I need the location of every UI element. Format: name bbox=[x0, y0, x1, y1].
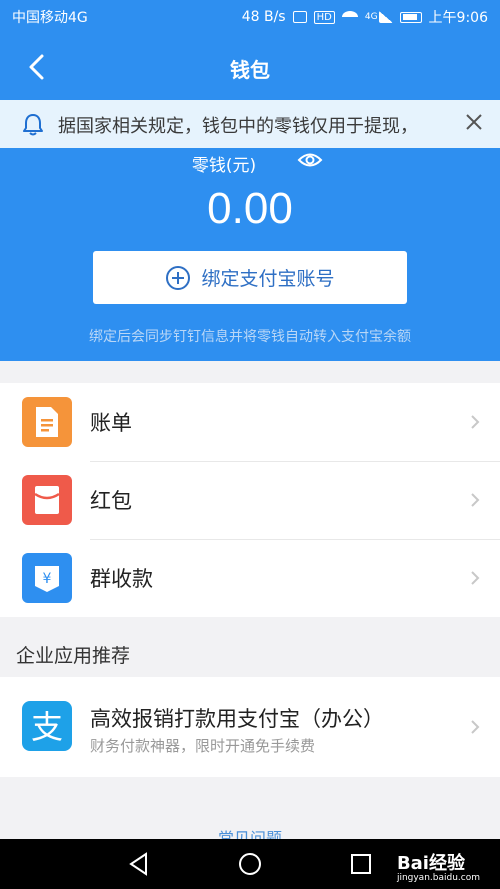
menu-item-bill[interactable]: 账单 bbox=[0, 383, 500, 461]
promo-subtitle: 财务付款神器，限时开通免手续费 bbox=[90, 737, 316, 755]
bell-icon bbox=[23, 114, 43, 136]
chevron-right-icon bbox=[471, 720, 480, 734]
wallet-menu: 账单 红包 ¥ 群收款 bbox=[0, 383, 500, 617]
notice-text: 据国家相关规定，钱包中的零钱仅用于提现， bbox=[58, 116, 418, 137]
chevron-right-icon bbox=[471, 493, 480, 507]
bind-hint: 绑定后会同步钉钉信息并将零钱自动转入支付宝余额 bbox=[89, 329, 411, 345]
chevron-right-icon bbox=[471, 415, 480, 429]
red-packet-icon bbox=[22, 475, 72, 525]
home-circle-icon[interactable] bbox=[237, 851, 263, 877]
bind-alipay-button[interactable]: 绑定支付宝账号 bbox=[93, 251, 407, 304]
close-icon[interactable] bbox=[464, 112, 484, 132]
promo-alipay[interactable]: 支 高效报销打款用支付宝（办公） 财务付款神器，限时开通免手续费 bbox=[0, 677, 500, 777]
menu-label-red-packet: 红包 bbox=[90, 489, 132, 513]
clock: 上午9:06 bbox=[428, 10, 488, 26]
wallet-summary: 零钱(元) 0.00 绑定支付宝账号 绑定后会同步钉钉信息并将零钱自动转入支付宝… bbox=[0, 148, 500, 361]
recent-apps-icon[interactable] bbox=[348, 851, 374, 877]
baidu-watermark: Bai经验 jingyan.baidu.com bbox=[397, 849, 480, 883]
svg-text:支: 支 bbox=[31, 708, 63, 746]
notice-banner: 据国家相关规定，钱包中的零钱仅用于提现， bbox=[0, 100, 500, 148]
signal-icon bbox=[378, 11, 393, 23]
group-payment-icon: ¥ bbox=[22, 553, 72, 603]
menu-label-group-payment: 群收款 bbox=[90, 567, 153, 591]
watermark-brand: Bai bbox=[396, 853, 429, 874]
system-navigation-bar: Bai经验 jingyan.baidu.com bbox=[0, 839, 500, 889]
svg-text:¥: ¥ bbox=[43, 571, 52, 587]
balance-label: 零钱(元) bbox=[0, 151, 500, 176]
network-type: 4G bbox=[364, 12, 378, 22]
battery-icon bbox=[399, 11, 422, 23]
vibrate-icon bbox=[292, 11, 307, 23]
balance-amount: 0.00 bbox=[207, 184, 293, 233]
carrier-label: 中国移动4G bbox=[12, 10, 88, 26]
chevron-right-icon bbox=[471, 571, 480, 585]
page-title: 钱包 bbox=[230, 58, 270, 82]
status-icons: 48 B/s HD 4G 上午9:06 bbox=[242, 7, 488, 27]
balance-label-text: 零钱(元) bbox=[191, 156, 257, 176]
bind-alipay-label: 绑定支付宝账号 bbox=[201, 268, 335, 290]
watermark-suffix: 经验 bbox=[428, 853, 465, 874]
watermark-url: jingyan.baidu.com bbox=[396, 873, 480, 883]
network-speed: 48 B/s bbox=[241, 9, 286, 25]
wifi-icon bbox=[341, 11, 358, 23]
menu-label-bill: 账单 bbox=[90, 411, 132, 435]
faq-link[interactable]: 常见问题 bbox=[0, 826, 500, 839]
navigation-bar: 钱包 bbox=[0, 34, 500, 100]
section-title: 企业应用推荐 bbox=[16, 645, 131, 667]
menu-item-red-packet[interactable]: 红包 bbox=[0, 461, 500, 539]
bill-icon bbox=[22, 397, 72, 447]
alipay-icon: 支 bbox=[22, 701, 72, 751]
status-bar: 中国移动4G 48 B/s HD 4G 上午9:06 bbox=[0, 0, 500, 34]
menu-item-group-payment[interactable]: ¥ 群收款 bbox=[0, 539, 500, 617]
promo-title: 高效报销打款用支付宝（办公） bbox=[90, 707, 384, 731]
eye-icon[interactable] bbox=[297, 150, 323, 170]
hd-badge: HD bbox=[313, 10, 335, 24]
plus-circle-icon bbox=[166, 265, 191, 290]
back-triangle-icon[interactable] bbox=[126, 851, 152, 877]
